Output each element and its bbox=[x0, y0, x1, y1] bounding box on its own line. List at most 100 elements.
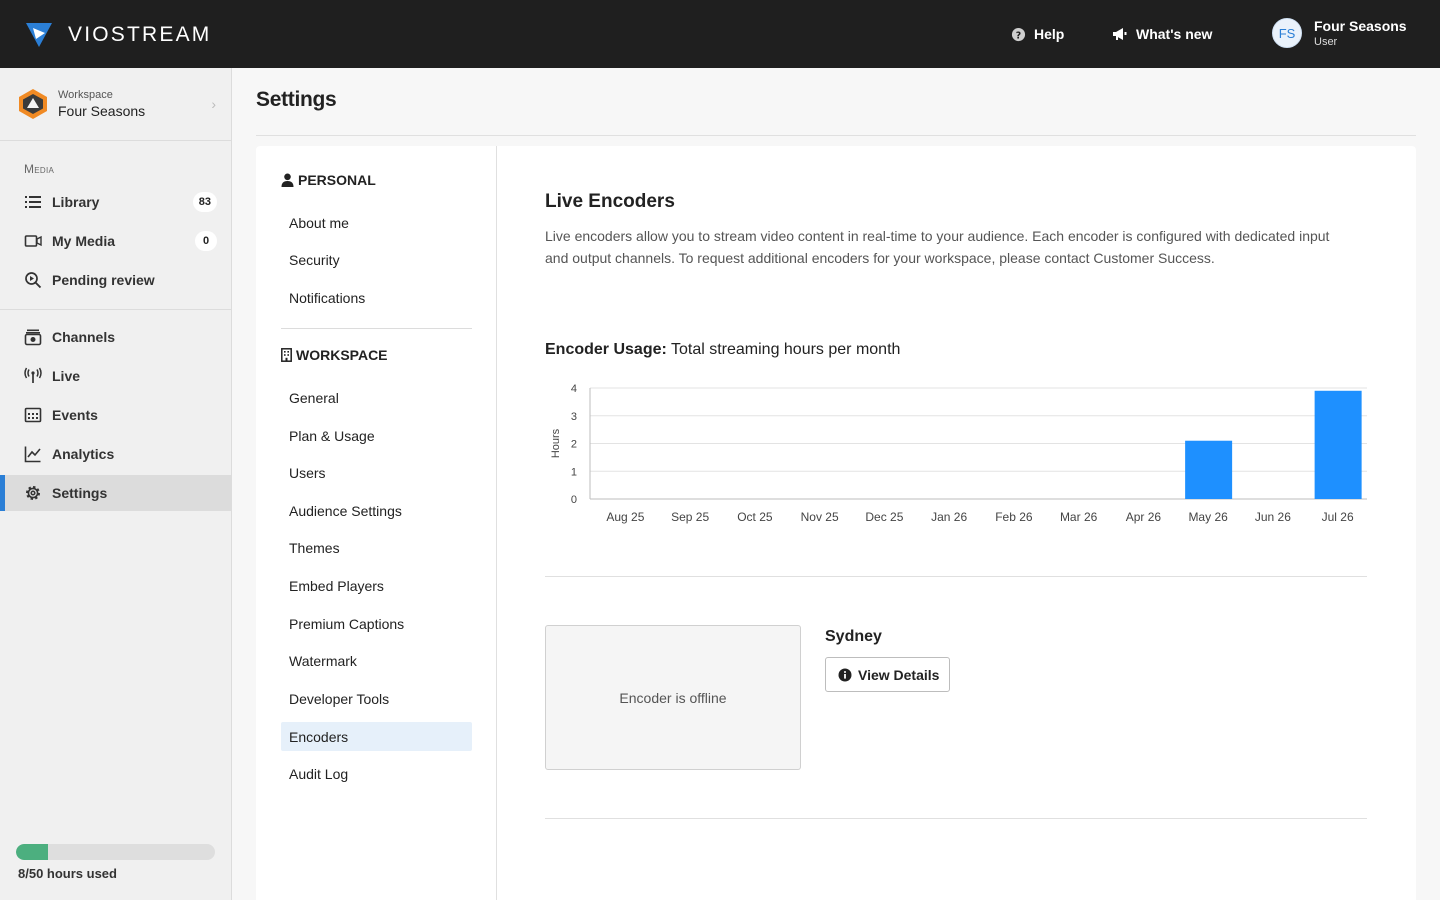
x-tick-label: May 26 bbox=[1188, 510, 1228, 524]
nav-watermark[interactable]: Watermark bbox=[281, 646, 472, 675]
section-title: Live Encoders bbox=[545, 191, 675, 212]
nav-security[interactable]: Security bbox=[281, 245, 472, 274]
workspace-switcher[interactable]: Workspace Four Seasons › bbox=[16, 86, 216, 122]
sidebar-item-label: My Media bbox=[52, 233, 116, 249]
sidebar-item-analytics[interactable]: Analytics bbox=[0, 436, 231, 472]
sidebar-divider bbox=[0, 140, 231, 141]
y-tick-label: 0 bbox=[571, 494, 577, 506]
sidebar-item-label: Pending review bbox=[52, 272, 155, 288]
workspace-name: Four Seasons bbox=[58, 103, 146, 119]
help-link[interactable]: ? Help bbox=[1011, 26, 1064, 42]
nav-plan-usage[interactable]: Plan & Usage bbox=[281, 421, 472, 450]
building-icon bbox=[281, 348, 292, 362]
help-icon: ? bbox=[1011, 27, 1026, 41]
sidebar-item-my-media[interactable]: My Media 0 bbox=[0, 223, 231, 259]
media-icon bbox=[24, 235, 42, 247]
workspace-heading-label: WORKSPACE bbox=[296, 347, 388, 363]
x-tick-label: Mar 26 bbox=[1060, 510, 1098, 524]
user-menu[interactable]: FS Four Seasons User bbox=[1272, 18, 1407, 48]
nav-audit-log[interactable]: Audit Log bbox=[281, 759, 472, 788]
encoder-name: Sydney bbox=[825, 628, 882, 645]
library-count-badge: 83 bbox=[192, 192, 217, 212]
nav-themes[interactable]: Themes bbox=[281, 533, 472, 562]
workspace-heading: WORKSPACE bbox=[281, 347, 388, 363]
sidebar: Workspace Four Seasons › Media Library 8… bbox=[0, 68, 232, 900]
x-tick-label: Aug 25 bbox=[606, 510, 644, 524]
review-icon bbox=[25, 272, 42, 289]
view-details-button[interactable]: View Details bbox=[825, 657, 951, 692]
y-tick-label: 3 bbox=[571, 411, 577, 423]
user-icon bbox=[281, 173, 294, 187]
my-media-count-badge: 0 bbox=[195, 231, 217, 251]
view-details-label: View Details bbox=[858, 666, 940, 683]
events-icon bbox=[24, 407, 42, 423]
workspace-logo-icon bbox=[19, 89, 47, 119]
y-tick-label: 2 bbox=[571, 439, 577, 451]
sidebar-item-label: Settings bbox=[52, 485, 108, 501]
whats-new-link[interactable]: What's new bbox=[1112, 26, 1212, 42]
sidebar-item-pending-review[interactable]: Pending review bbox=[0, 262, 231, 298]
nav-notifications[interactable]: Notifications bbox=[281, 283, 472, 312]
user-role: User bbox=[1314, 36, 1338, 48]
page-title: Settings bbox=[256, 88, 337, 111]
brand-name: VIOSTREAM bbox=[68, 23, 212, 46]
x-tick-label: Jun 26 bbox=[1255, 510, 1291, 524]
user-name: Four Seasons bbox=[1314, 18, 1407, 34]
sidebar-item-label: Live bbox=[52, 368, 81, 384]
settings-nav: PERSONAL About me Security Notifications… bbox=[256, 146, 497, 900]
x-tick-label: Oct 25 bbox=[737, 510, 773, 524]
sidebar-item-label: Channels bbox=[52, 329, 116, 345]
nav-embed-players[interactable]: Embed Players bbox=[281, 571, 472, 600]
x-tick-label: Sep 25 bbox=[671, 510, 709, 524]
settings-card: PERSONAL About me Security Notifications… bbox=[256, 146, 1416, 900]
nav-premium-captions[interactable]: Premium Captions bbox=[281, 609, 472, 638]
encoders-content: Live Encoders Live encoders allow you to… bbox=[545, 146, 1367, 900]
list-icon bbox=[25, 196, 41, 208]
sidebar-item-channels[interactable]: Channels bbox=[0, 319, 231, 355]
live-icon bbox=[24, 367, 42, 383]
content-divider bbox=[545, 576, 1367, 577]
chevron-right-icon: › bbox=[211, 96, 216, 112]
sidebar-item-library[interactable]: Library 83 bbox=[0, 184, 231, 220]
x-tick-label: Jan 26 bbox=[931, 510, 967, 524]
x-tick-label: Apr 26 bbox=[1126, 510, 1162, 524]
sidebar-item-events[interactable]: Events bbox=[0, 397, 231, 433]
nav-encoders[interactable]: Encoders bbox=[281, 722, 472, 751]
nav-users[interactable]: Users bbox=[281, 458, 472, 487]
info-icon bbox=[838, 668, 852, 681]
brand-logo[interactable]: VIOSTREAM bbox=[24, 20, 211, 50]
sidebar-item-label: Library bbox=[52, 194, 100, 210]
nav-developer-tools[interactable]: Developer Tools bbox=[281, 684, 472, 713]
hours-usage-fill bbox=[16, 844, 48, 860]
analytics-icon bbox=[24, 446, 41, 463]
hours-usage-progress bbox=[16, 844, 215, 860]
sidebar-item-settings[interactable]: Settings bbox=[0, 475, 231, 511]
avatar: FS bbox=[1272, 18, 1302, 48]
encoder-usage-heading-text: Total streaming hours per month bbox=[666, 341, 901, 358]
encoder-status: Encoder is offline bbox=[619, 689, 727, 706]
content-divider bbox=[545, 818, 1367, 819]
hours-usage-text: 8/50 hours used bbox=[18, 866, 117, 881]
y-tick-label: 1 bbox=[571, 466, 577, 478]
gear-icon bbox=[26, 486, 40, 500]
title-divider bbox=[256, 135, 1416, 136]
sidebar-item-live[interactable]: Live bbox=[0, 358, 231, 394]
y-tick-label: 4 bbox=[571, 383, 577, 395]
sidebar-divider bbox=[0, 309, 231, 310]
viostream-logo-icon bbox=[26, 23, 52, 47]
channels-icon bbox=[24, 329, 42, 346]
personal-heading: PERSONAL bbox=[281, 172, 376, 188]
help-label: Help bbox=[1034, 26, 1065, 42]
encoder-usage-heading-bold: Encoder Usage: bbox=[545, 341, 667, 358]
section-description: Live encoders allow you to stream video … bbox=[545, 228, 1330, 266]
nav-about-me[interactable]: About me bbox=[281, 208, 472, 237]
x-tick-label: Nov 25 bbox=[801, 510, 839, 524]
nav-general[interactable]: General bbox=[281, 383, 472, 412]
svg-text:?: ? bbox=[1016, 30, 1021, 41]
y-axis-label: Hours bbox=[550, 428, 562, 458]
settings-nav-divider bbox=[281, 328, 472, 329]
sidebar-section-media: Media bbox=[24, 162, 55, 176]
nav-audience-settings[interactable]: Audience Settings bbox=[281, 496, 472, 525]
x-tick-label: Dec 25 bbox=[865, 510, 903, 524]
personal-heading-label: PERSONAL bbox=[298, 172, 376, 188]
